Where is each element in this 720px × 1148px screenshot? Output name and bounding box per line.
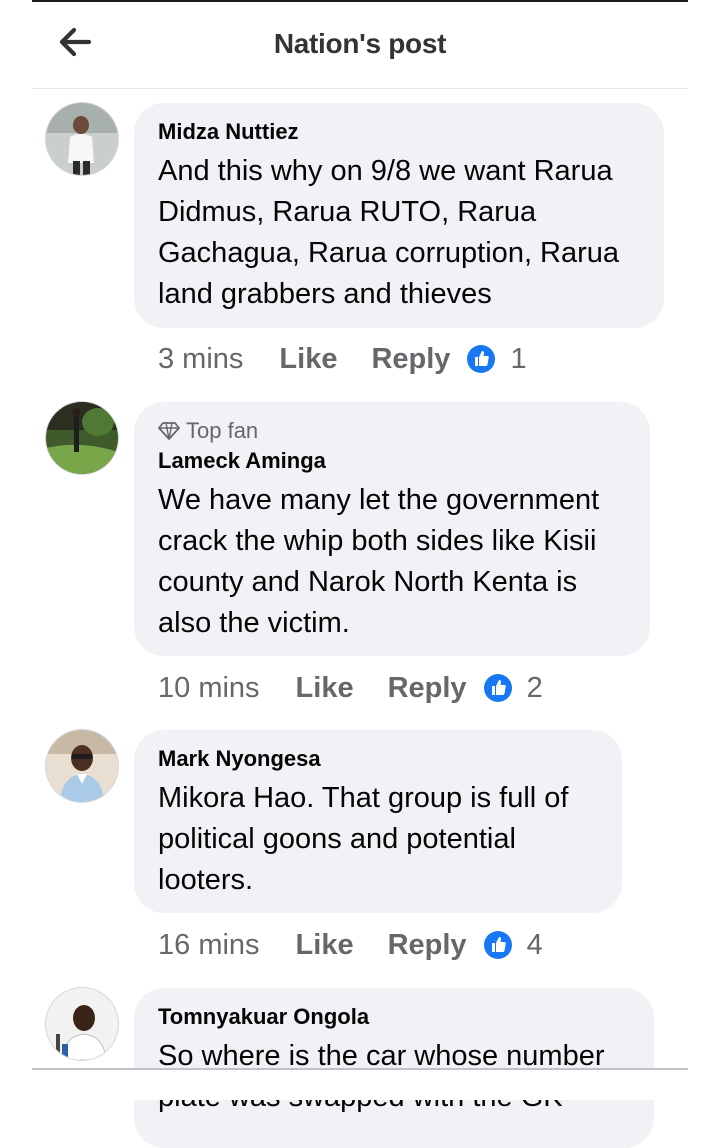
comment-actions: 3 mins Like Reply 1 <box>158 339 527 379</box>
diamond-icon <box>158 422 180 440</box>
reply-button[interactable]: Reply <box>388 672 467 705</box>
comment-text: And this why on 9/8 we want Rarua Didmus… <box>158 155 620 310</box>
comment-bubble: Top fan Lameck Aminga We have many let t… <box>134 402 650 656</box>
comment-actions: 10 mins Like Reply 2 <box>158 668 543 708</box>
screen-left-margin <box>0 0 32 1100</box>
comment-author[interactable]: Lameck Aminga <box>158 448 628 474</box>
reaction-count[interactable]: 4 <box>527 929 543 962</box>
avatar[interactable] <box>46 988 118 1060</box>
comment-actions: 16 mins Like Reply 4 <box>158 925 543 965</box>
comment-author[interactable]: Mark Nyongesa <box>158 746 600 772</box>
comment-author[interactable]: Tomnyakuar Ongola <box>158 1004 632 1030</box>
reply-button[interactable]: Reply <box>371 343 450 376</box>
page-title: Nation's post <box>273 28 447 59</box>
comment-time[interactable]: 3 mins <box>158 343 243 376</box>
comment-bubble: Mark Nyongesa Mikora Hao. That group is … <box>134 730 622 913</box>
comment-text: We have many let the government crack th… <box>158 484 600 639</box>
top-fan-badge: Top fan <box>158 418 628 444</box>
reaction-count[interactable]: 1 <box>510 343 526 376</box>
comment-author[interactable]: Midza Nuttiez <box>158 119 642 145</box>
comment-time[interactable]: 10 mins <box>158 672 260 705</box>
reply-button[interactable]: Reply <box>388 929 467 962</box>
bottom-margin <box>0 1070 720 1100</box>
thumbs-up-icon[interactable] <box>466 344 496 374</box>
avatar[interactable] <box>46 730 118 802</box>
comment-text: Mikora Hao. That group is full of politi… <box>158 782 569 896</box>
thumbs-up-icon[interactable] <box>483 673 513 703</box>
header-bar: Nation's post <box>32 2 688 88</box>
like-button[interactable]: Like <box>296 929 354 962</box>
like-button[interactable]: Like <box>296 672 354 705</box>
like-button[interactable]: Like <box>279 343 337 376</box>
reaction-count[interactable]: 2 <box>527 672 543 705</box>
thumbs-up-icon[interactable] <box>483 930 513 960</box>
screen-right-margin <box>688 0 720 1100</box>
avatar[interactable] <box>46 402 118 474</box>
header-divider <box>32 88 688 89</box>
badge-label: Top fan <box>186 418 259 443</box>
avatar[interactable] <box>46 103 118 175</box>
comment-bubble: Midza Nuttiez And this why on 9/8 we wan… <box>134 103 664 328</box>
comment-time[interactable]: 16 mins <box>158 929 260 962</box>
